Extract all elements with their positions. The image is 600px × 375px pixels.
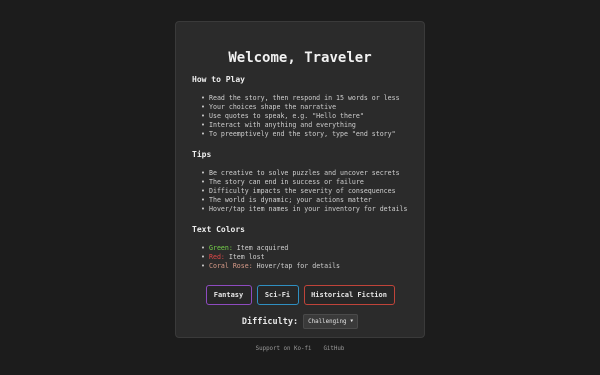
how-to-play-list: Read the story, then respond in 15 words… — [192, 94, 408, 139]
tips-heading: Tips — [192, 150, 212, 159]
green-desc: Item acquired — [232, 244, 289, 252]
welcome-card: Welcome, Traveler How to Play Read the s… — [175, 21, 425, 338]
list-item: Read the story, then respond in 15 words… — [201, 94, 408, 103]
green-label: Green: — [209, 244, 233, 252]
genre-buttons: Fantasy Sci-Fi Historical Fiction — [192, 285, 408, 305]
list-item: Coral Rose: Hover/tap for details — [201, 262, 408, 271]
page-title: Welcome, Traveler — [228, 50, 372, 66]
list-item: Your choices shape the narrative — [201, 103, 408, 112]
list-item: The world is dynamic; your actions matte… — [201, 196, 408, 205]
sci-fi-button[interactable]: Sci-Fi — [256, 285, 299, 305]
list-item: Hover/tap item names in your inventory f… — [201, 205, 408, 214]
coral-desc: Hover/tap for details — [252, 262, 341, 270]
list-item: Use quotes to speak, e.g. "Hello there" — [201, 112, 408, 121]
chevron-down-icon: ▼ — [350, 319, 354, 324]
list-item: Difficulty impacts the severity of conse… — [201, 187, 408, 196]
difficulty-label: Difficulty: — [241, 316, 299, 327]
difficulty-row: Difficulty: Challenging ▼ — [192, 314, 408, 329]
red-desc: Item lost — [224, 253, 265, 261]
github-link[interactable]: GitHub — [323, 346, 344, 352]
coral-label: Coral Rose: — [209, 262, 253, 270]
footer: Support on Ko-fi GitHub — [0, 346, 600, 352]
list-item: Interact with anything and everything — [201, 121, 408, 130]
kofi-link[interactable]: Support on Ko-fi — [256, 346, 312, 352]
difficulty-selected-value: Challenging — [308, 318, 347, 325]
list-item: The story can end in success or failure — [201, 178, 408, 187]
list-item: Red: Item lost — [201, 253, 408, 262]
fantasy-button[interactable]: Fantasy — [205, 285, 252, 305]
tips-list: Be creative to solve puzzles and uncover… — [192, 169, 408, 214]
text-colors-list: Green: Item acquired Red: Item lost Cora… — [192, 244, 408, 271]
historical-fiction-button[interactable]: Historical Fiction — [303, 285, 395, 305]
list-item: Green: Item acquired — [201, 244, 408, 253]
list-item: Be creative to solve puzzles and uncover… — [201, 169, 408, 178]
red-label: Red: — [209, 253, 225, 261]
text-colors-heading: Text Colors — [192, 225, 245, 234]
how-to-play-heading: How to Play — [192, 75, 245, 84]
list-item: To preemptively end the story, type "end… — [201, 130, 408, 139]
difficulty-select[interactable]: Challenging ▼ — [303, 314, 359, 329]
